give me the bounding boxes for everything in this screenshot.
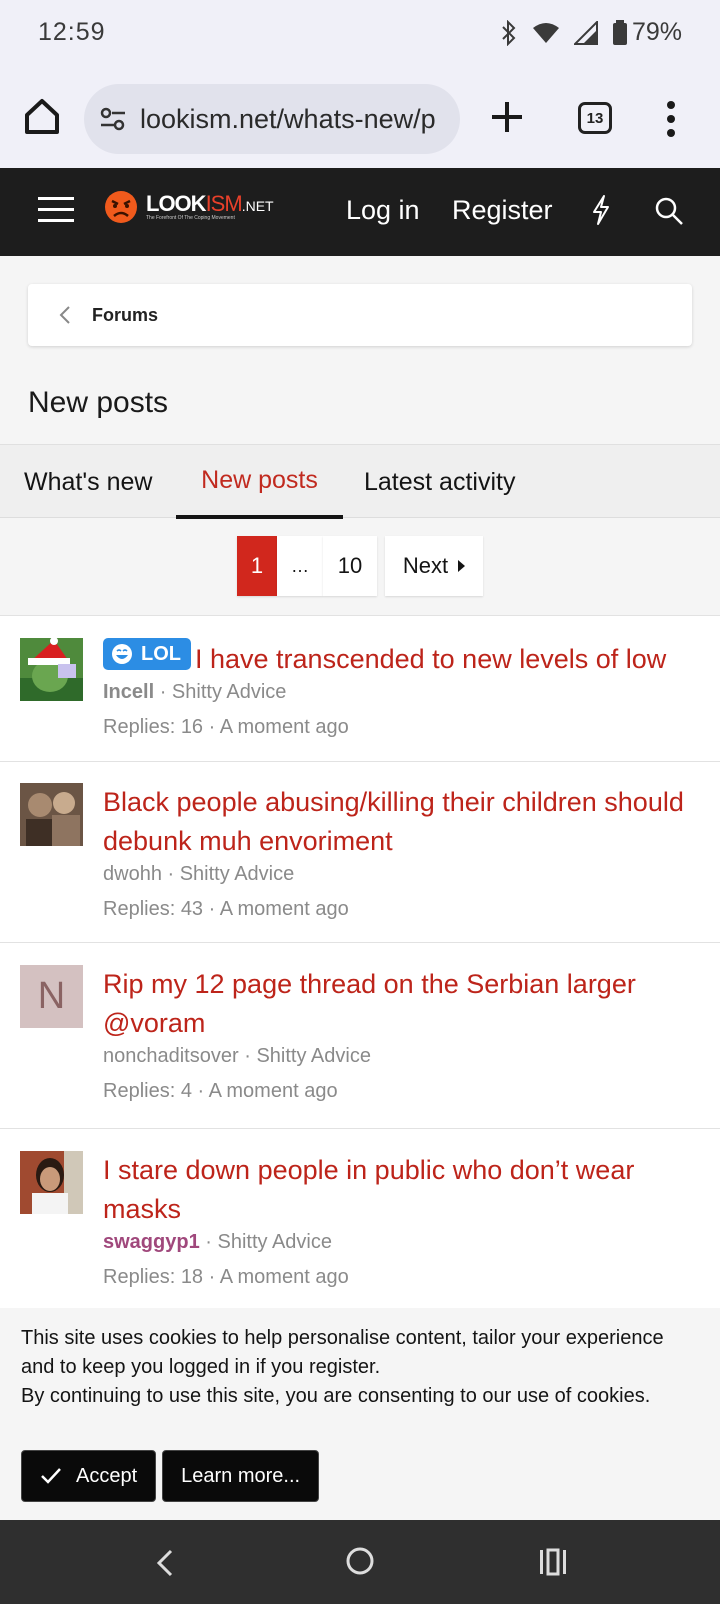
back-icon[interactable] (155, 1548, 175, 1578)
thread-stats: Replies: 16 · A moment ago (103, 716, 349, 738)
url-bar[interactable]: lookism.net/whats-new/p (84, 84, 460, 154)
user-avatar[interactable] (20, 1151, 83, 1214)
checkmark-icon (41, 1468, 61, 1484)
next-page-button[interactable]: Next (385, 536, 483, 596)
browser-toolbar: lookism.net/whats-new/p 13 (0, 70, 720, 168)
thread-author[interactable]: nonchaditsover (103, 1045, 239, 1067)
battery-percent: 79% (631, 18, 682, 46)
status-icons: 79% (500, 18, 682, 47)
angry-face-logo-icon (105, 191, 137, 223)
prefix-badge-lol[interactable]: LOL (103, 638, 191, 670)
page-title: New posts (28, 386, 169, 419)
thread-meta: dwohh · Shitty Advice (103, 863, 295, 885)
page-button-current[interactable]: 1 (237, 536, 277, 596)
system-nav-bar (0, 1520, 720, 1604)
cookie-text-2: By continuing to use this site, you are … (21, 1385, 651, 1407)
logo-wordmark: LOOKISM.NET The Forefront Of The Coping … (146, 193, 274, 221)
next-page-label: Next (402, 553, 449, 578)
thread-forum[interactable]: Shitty Advice (172, 681, 287, 703)
recent-apps-icon[interactable] (538, 1548, 568, 1576)
site-logo[interactable]: LOOKISM.NET The Forefront Of The Coping … (104, 190, 274, 224)
status-time: 12:59 (38, 18, 106, 46)
page-ellipsis-button[interactable]: … (277, 536, 323, 596)
logo-tagline: The Forefront Of The Coping Movement (146, 215, 235, 221)
thread-author[interactable]: Incell (103, 681, 154, 703)
thread-title-text[interactable]: Black people abusing/killing their child… (103, 783, 700, 861)
home-icon[interactable] (22, 96, 62, 136)
status-bar: 12:59 79% (0, 0, 720, 70)
home-circle-icon[interactable] (345, 1546, 375, 1576)
bluetooth-icon (502, 19, 516, 46)
lightning-bolt-icon[interactable] (590, 194, 612, 226)
user-avatar[interactable] (20, 638, 83, 701)
hamburger-menu-icon[interactable] (38, 195, 74, 225)
signal-icon (573, 20, 598, 45)
thread-row[interactable]: N Rip my 12 page thread on the Serbian l… (0, 943, 720, 1129)
chevron-left-icon (59, 306, 70, 324)
thread-stats: Replies: 18 · A moment ago (103, 1266, 349, 1288)
tab-whats-new[interactable]: What's new (24, 445, 152, 519)
caret-right-icon (458, 560, 466, 572)
thread-row[interactable]: I stare down people in public who don’t … (0, 1129, 720, 1319)
learn-more-button[interactable]: Learn more... (162, 1450, 320, 1502)
breadcrumb[interactable]: Forums (28, 284, 692, 346)
tab-new-posts[interactable]: New posts (176, 445, 343, 519)
new-tab-icon[interactable] (488, 98, 526, 136)
pagination: 1 … 10 Next (237, 536, 483, 596)
laughing-face-icon (112, 644, 132, 664)
thread-row[interactable]: Black people abusing/killing their child… (0, 762, 720, 943)
tab-latest-activity[interactable]: Latest activity (364, 445, 515, 519)
badge-label: LOL (141, 642, 181, 665)
wifi-icon (532, 22, 559, 43)
site-header: LOOKISM.NET The Forefront Of The Coping … (0, 168, 720, 256)
thread-list: LOL I have transcended to new levels of … (0, 615, 720, 1319)
thread-row[interactable]: LOL I have transcended to new levels of … (0, 616, 720, 762)
thread-forum[interactable]: Shitty Advice (180, 863, 295, 885)
thread-stats: Replies: 43 · A moment ago (103, 898, 349, 920)
tab-switcher-button[interactable]: 13 (578, 102, 612, 134)
battery-icon (612, 19, 627, 45)
logo-main: LOOK (146, 191, 207, 216)
search-icon[interactable] (654, 196, 684, 226)
thread-forum[interactable]: Shitty Advice (217, 1231, 332, 1253)
thread-title[interactable]: LOL I have transcended to new levels of … (103, 638, 700, 679)
breadcrumb-forums[interactable]: Forums (92, 305, 158, 326)
thread-meta: swaggyp1 · Shitty Advice (103, 1231, 332, 1253)
page-button-last[interactable]: 10 (323, 536, 377, 596)
register-link[interactable]: Register (452, 195, 553, 226)
thread-author[interactable]: swaggyp1 (103, 1231, 200, 1253)
thread-stats: Replies: 4 · A moment ago (103, 1080, 338, 1102)
user-avatar-letter[interactable]: N (20, 965, 83, 1028)
thread-title-text[interactable]: Rip my 12 page thread on the Serbian lar… (103, 965, 700, 1043)
cookie-notice: This site uses cookies to help personali… (0, 1308, 720, 1520)
login-link[interactable]: Log in (346, 195, 420, 226)
thread-meta: Incell · Shitty Advice (103, 681, 287, 703)
url-text: lookism.net/whats-new/p (140, 103, 436, 134)
thread-title-text[interactable]: I have transcended to new levels of low (195, 644, 666, 674)
accept-cookies-button[interactable]: Accept (21, 1450, 157, 1502)
accept-label: Accept (76, 1464, 138, 1487)
thread-author[interactable]: dwohh (103, 863, 162, 885)
logo-accent: ISM (205, 191, 243, 216)
cookie-buttons: Accept Learn more... (21, 1450, 320, 1502)
thread-meta: nonchaditsover · Shitty Advice (103, 1045, 371, 1067)
site-settings-icon[interactable] (98, 104, 128, 134)
thread-forum[interactable]: Shitty Advice (256, 1045, 371, 1067)
thread-title-text[interactable]: I stare down people in public who don’t … (103, 1151, 700, 1229)
tab-bar: What's new New posts Latest activity (0, 444, 720, 519)
cookie-text-1: This site uses cookies to help personali… (21, 1327, 664, 1378)
more-options-icon[interactable] (665, 100, 677, 138)
user-avatar[interactable] (20, 783, 83, 846)
logo-suffix: .NET (241, 198, 274, 214)
